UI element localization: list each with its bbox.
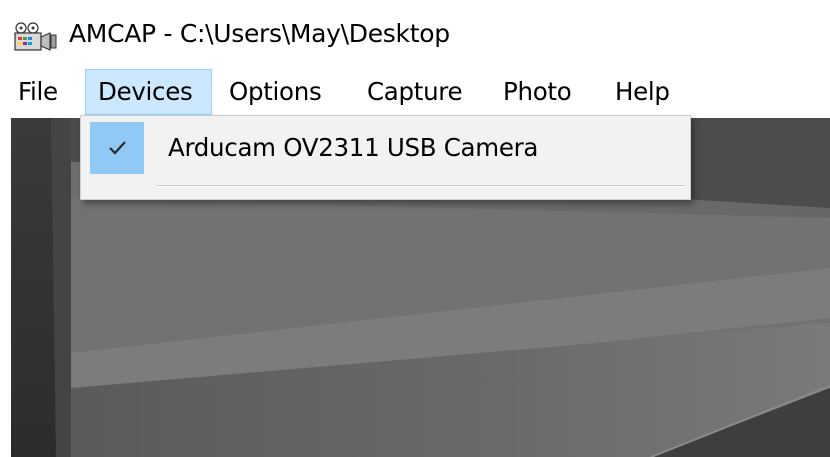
menu-separator-highlight	[157, 186, 685, 187]
devices-dropdown-menu: Arducam OV2311 USB Camera	[80, 115, 691, 200]
menu-help[interactable]: Help	[615, 69, 685, 115]
title-bar[interactable]: AMCAP - C:\Users\May\Desktop	[0, 0, 830, 68]
device-label: Arducam OV2311 USB Camera	[168, 133, 539, 162]
menu-options[interactable]: Options	[229, 69, 339, 115]
device-item-arducam[interactable]: Arducam OV2311 USB Camera	[85, 120, 685, 176]
amcap-camera-icon	[14, 22, 57, 51]
check-highlight	[90, 122, 144, 174]
menu-capture[interactable]: Capture	[367, 69, 477, 115]
menu-photo[interactable]: Photo	[503, 69, 589, 115]
menu-devices[interactable]: Devices	[85, 69, 212, 115]
window-title: AMCAP - C:\Users\May\Desktop	[69, 19, 450, 48]
menu-file[interactable]: File	[18, 69, 74, 115]
checkmark-icon	[109, 141, 126, 155]
amcap-window: AMCAP - C:\Users\May\Desktop File Device…	[0, 0, 830, 457]
menu-bar: File Devices Options Capture Photo Help	[0, 68, 830, 118]
